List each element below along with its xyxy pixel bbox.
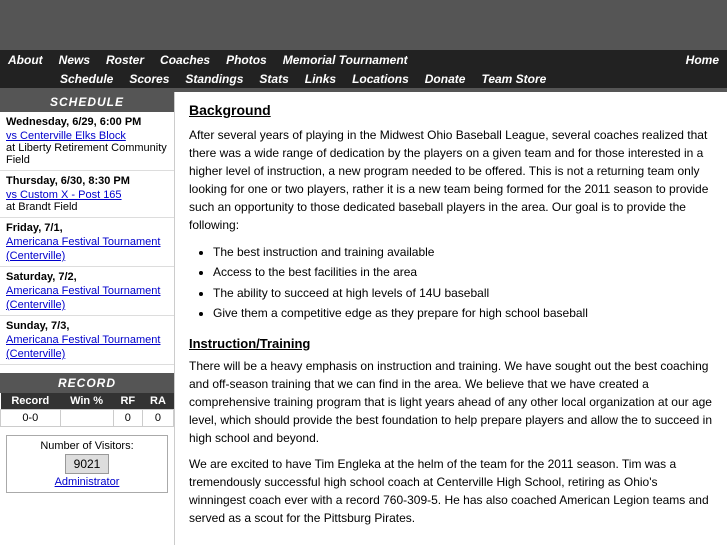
bullet-item-0: The best instruction and training availa…	[213, 242, 713, 262]
record-col-record: Record	[1, 393, 61, 410]
instruction-paragraph-2: We are excited to have Tim Engleka at th…	[189, 455, 713, 527]
schedule-entry-1: Thursday, 6/30, 8:30 PM vs Custom X - Po…	[0, 171, 174, 218]
record-val-record: 0-0	[1, 410, 61, 427]
nav-about[interactable]: About	[8, 53, 43, 67]
background-paragraph-1: After several years of playing in the Mi…	[189, 126, 713, 234]
schedule-header: SCHEDULE	[0, 92, 174, 112]
nav-news[interactable]: News	[59, 53, 90, 67]
visitors-count: 9021	[65, 454, 110, 474]
bullet-list: The best instruction and training availa…	[213, 242, 713, 324]
bullet-item-3: Give them a competitive edge as they pre…	[213, 303, 713, 323]
schedule-link-4[interactable]: Americana Festival Tournament (Centervil…	[6, 334, 160, 360]
schedule-day-3: Saturday, 7/2,	[6, 271, 168, 283]
nav-home[interactable]: Home	[686, 53, 719, 67]
nav-bar-secondary: Schedule Scores Standings Stats Links Lo…	[0, 70, 727, 88]
schedule-entry-0: Wednesday, 6/29, 6:00 PM vs Centerville …	[0, 112, 174, 171]
record-col-ra: RA	[142, 393, 173, 410]
sidebar: SCHEDULE Wednesday, 6/29, 6:00 PM vs Cen…	[0, 92, 175, 545]
instruction-heading: Instruction/Training	[189, 336, 713, 351]
visitors-label: Number of Visitors:	[11, 440, 163, 452]
bullet-item-1: Access to the best facilities in the are…	[213, 262, 713, 282]
schedule-entry-2: Friday, 7/1, Americana Festival Tourname…	[0, 218, 174, 267]
schedule-day-0: Wednesday, 6/29, 6:00 PM	[6, 116, 168, 128]
record-val-rf: 0	[113, 410, 142, 427]
record-col-rf: RF	[113, 393, 142, 410]
bullet-item-2: The ability to succeed at high levels of…	[213, 283, 713, 303]
record-val-winpct	[60, 410, 113, 427]
nav-stats[interactable]: Stats	[259, 72, 288, 86]
nav-standings[interactable]: Standings	[185, 72, 243, 86]
nav-photos[interactable]: Photos	[226, 53, 267, 67]
schedule-link-1[interactable]: vs Custom X - Post 165	[6, 189, 122, 201]
record-header: RECORD	[0, 373, 174, 393]
record-table: Record Win % RF RA 0-0 0 0	[0, 393, 174, 427]
nav-roster[interactable]: Roster	[106, 53, 144, 67]
schedule-day-1: Thursday, 6/30, 8:30 PM	[6, 175, 168, 187]
schedule-day-4: Sunday, 7/3,	[6, 320, 168, 332]
nav-scores[interactable]: Scores	[129, 72, 169, 86]
instruction-paragraph-1: There will be a heavy emphasis on instru…	[189, 357, 713, 447]
nav-memorial-tournament[interactable]: Memorial Tournament	[283, 53, 408, 67]
content-area: Background After several years of playin…	[175, 92, 727, 545]
visitors-box: Number of Visitors: 9021 Administrator	[6, 435, 168, 493]
nav-coaches[interactable]: Coaches	[160, 53, 210, 67]
nav-locations[interactable]: Locations	[352, 72, 409, 86]
nav-donate[interactable]: Donate	[425, 72, 466, 86]
nav-team-store[interactable]: Team Store	[481, 72, 546, 86]
nav-bar-primary: About News Roster Coaches Photos Memoria…	[0, 50, 727, 70]
admin-link[interactable]: Administrator	[55, 476, 120, 488]
schedule-link-2[interactable]: Americana Festival Tournament (Centervil…	[6, 236, 160, 262]
schedule-entry-3: Saturday, 7/2, Americana Festival Tourna…	[0, 267, 174, 316]
nav-links[interactable]: Links	[305, 72, 336, 86]
record-val-ra: 0	[142, 410, 173, 427]
record-row: 0-0 0 0	[1, 410, 174, 427]
schedule-day-2: Friday, 7/1,	[6, 222, 168, 234]
schedule-link-3[interactable]: Americana Festival Tournament (Centervil…	[6, 285, 160, 311]
record-col-winpct: Win %	[60, 393, 113, 410]
schedule-location-1: at Brandt Field	[6, 201, 168, 213]
schedule-location-0: at Liberty Retirement Community Field	[6, 142, 168, 166]
nav-schedule[interactable]: Schedule	[60, 72, 113, 86]
background-heading: Background	[189, 102, 713, 118]
top-bar	[0, 0, 727, 50]
schedule-entry-4: Sunday, 7/3, Americana Festival Tourname…	[0, 316, 174, 365]
main-layout: SCHEDULE Wednesday, 6/29, 6:00 PM vs Cen…	[0, 92, 727, 545]
schedule-link-0[interactable]: vs Centerville Elks Block	[6, 130, 126, 142]
